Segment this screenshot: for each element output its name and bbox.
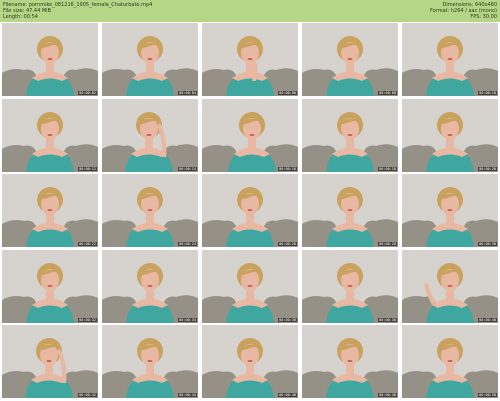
thumbnail-frame	[402, 98, 498, 172]
video-thumbnail[interactable]: 00:00:38	[302, 249, 398, 323]
video-thumbnail[interactable]: 00:00:46	[202, 325, 298, 398]
timestamp-label: 00:00:04	[178, 91, 197, 95]
timestamp-label: 00:00:30	[478, 242, 497, 246]
timestamp-label: 00:00:12	[78, 166, 97, 171]
format-label: Format:	[429, 7, 450, 14]
video-thumbnail[interactable]: 00:00:22	[2, 174, 98, 247]
timestamp-label: 00:00:34	[178, 317, 197, 322]
timestamp-label: 00:00:26	[278, 242, 297, 246]
file-info-left: Filename: pornmike_081216_1905_female_Ch…	[3, 2, 152, 21]
timestamp-label: 00:00:44	[178, 393, 197, 397]
video-thumbnail[interactable]: 00:00:44	[102, 325, 198, 398]
filename-label: Filename:	[3, 1, 28, 8]
timestamp-label: 00:00:18	[378, 166, 397, 171]
thumbnail-frame	[202, 325, 298, 398]
video-thumbnail[interactable]: 00:00:06	[202, 23, 298, 96]
thumbnail-frame	[402, 174, 498, 247]
thumbnail-frame	[2, 174, 98, 247]
fps-label: FPS:	[470, 14, 482, 21]
timestamp-label: 00:00:02	[78, 91, 97, 95]
video-thumbnail[interactable]: 00:00:28	[302, 174, 398, 247]
video-thumbnail[interactable]: 00:00:48	[302, 325, 398, 398]
thumbnail-frame	[2, 98, 98, 172]
video-thumbnail[interactable]: 00:00:18	[302, 98, 398, 172]
timestamp-label: 00:00:06	[278, 91, 297, 95]
fps-value: 30.00	[482, 14, 497, 21]
video-thumbnail[interactable]: 00:00:16	[202, 98, 298, 172]
video-thumbnail[interactable]: 00:00:04	[102, 23, 198, 96]
thumbnail-frame	[302, 325, 398, 398]
video-thumbnail[interactable]: 00:00:02	[2, 23, 98, 96]
thumbnail-frame	[302, 249, 398, 323]
thumbnail-frame	[202, 23, 298, 96]
video-thumbnail[interactable]: 00:00:24	[102, 174, 198, 247]
thumbnail-frame	[102, 174, 198, 247]
timestamp-label: 00:00:10	[478, 91, 497, 95]
timestamp-label: 00:00:14	[178, 166, 197, 171]
info-header: Filename: pornmike_081216_1905_female_Ch…	[0, 0, 500, 22]
dimensions-label: Dimensions:	[442, 1, 474, 8]
fps-row: FPS: 30.00	[430, 14, 497, 20]
length-row: Length: 00:54	[3, 14, 152, 20]
thumbnail-frame	[302, 98, 398, 172]
timestamp-label: 00:00:40	[478, 317, 497, 322]
video-thumbnail[interactable]: 00:00:26	[202, 174, 298, 247]
timestamp-label: 00:00:48	[378, 393, 397, 397]
video-thumbnail[interactable]: 00:00:10	[402, 23, 498, 96]
format-value: h264 / aac (mono)	[450, 7, 497, 14]
video-thumbnail[interactable]: 00:00:36	[202, 249, 298, 323]
video-thumbnail[interactable]: 00:00:30	[402, 174, 498, 247]
thumbnail-frame	[102, 325, 198, 398]
timestamp-label: 00:00:24	[178, 242, 197, 246]
file-info-right: Dimensions: 640x480 Format: h264 / aac (…	[430, 2, 497, 21]
video-thumbnail[interactable]: 00:00:08	[302, 23, 398, 96]
filesize-label: File size:	[3, 7, 25, 14]
video-thumbnail[interactable]: 00:00:42	[2, 325, 98, 398]
thumbnail-frame	[202, 249, 298, 323]
video-thumbnail[interactable]: 00:00:14	[102, 98, 198, 172]
filesize-value: 47.44 MiB	[25, 7, 51, 14]
timestamp-label: 00:00:28	[378, 242, 397, 246]
thumbnail-frame	[302, 23, 398, 96]
thumbnail-frame	[102, 23, 198, 96]
thumbnail-frame	[302, 174, 398, 247]
dimensions-value: 640x480	[474, 1, 497, 8]
video-thumbnail[interactable]: 00:00:34	[102, 249, 198, 323]
timestamp-label: 00:00:50	[478, 393, 497, 397]
contact-sheet: Filename: pornmike_081216_1905_female_Ch…	[0, 0, 500, 401]
timestamp-label: 00:00:32	[78, 317, 97, 322]
timestamp-label: 00:00:20	[478, 166, 497, 171]
thumbnail-frame	[2, 249, 98, 323]
timestamp-label: 00:00:42	[78, 393, 97, 397]
length-value: 00:54	[23, 14, 38, 21]
length-label: Length:	[3, 14, 22, 21]
thumbnail-frame	[402, 325, 498, 398]
timestamp-label: 00:00:22	[78, 242, 97, 246]
video-thumbnail[interactable]: 00:00:32	[2, 249, 98, 323]
timestamp-label: 00:00:08	[378, 91, 397, 95]
timestamp-label: 00:00:36	[278, 317, 297, 322]
thumbnail-frame	[402, 23, 498, 96]
video-thumbnail[interactable]: 00:00:40	[402, 249, 498, 323]
thumbnail-frame	[102, 249, 198, 323]
timestamp-label: 00:00:16	[278, 166, 297, 171]
video-thumbnail[interactable]: 00:00:20	[402, 98, 498, 172]
timestamp-label: 00:00:46	[278, 393, 297, 397]
thumbnail-frame	[202, 98, 298, 172]
video-thumbnail[interactable]: 00:00:50	[402, 325, 498, 398]
timestamp-label: 00:00:38	[378, 317, 397, 322]
filename-value: pornmike_081216_1905_female_Chaturbate.m…	[28, 1, 153, 8]
thumbnail-frame	[102, 98, 198, 172]
video-thumbnail[interactable]: 00:00:12	[2, 98, 98, 172]
thumbnail-frame	[2, 325, 98, 398]
thumbnail-frame	[202, 174, 298, 247]
thumbnail-frame	[402, 249, 498, 323]
thumbnail-frame	[2, 23, 98, 96]
